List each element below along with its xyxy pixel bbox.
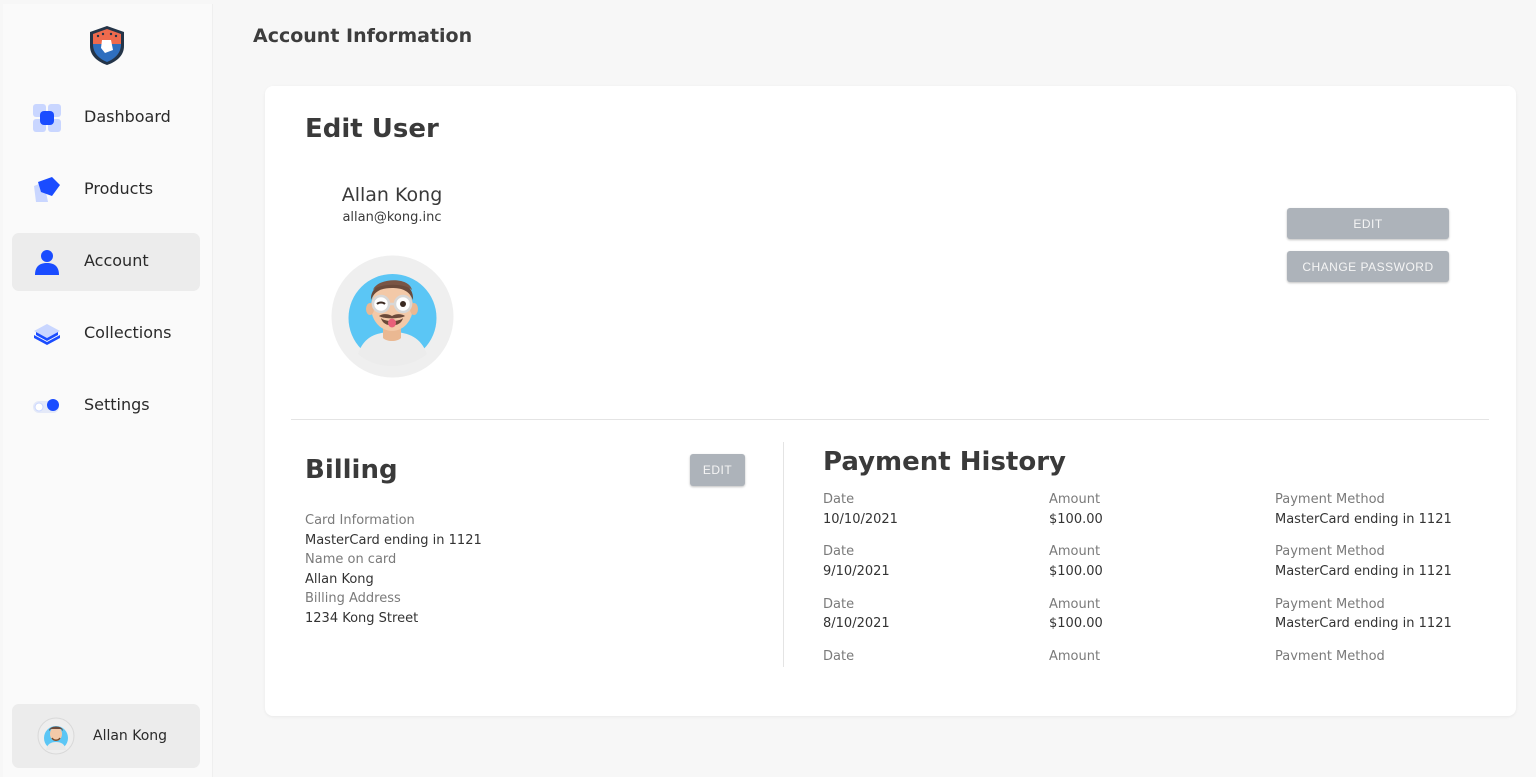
sidebar-item-account[interactable]: Account bbox=[12, 233, 200, 291]
column-label: Date bbox=[823, 492, 855, 507]
column-label: Payment Method bbox=[1275, 492, 1385, 507]
sidebar-item-dashboard[interactable]: Dashboard bbox=[12, 89, 200, 147]
payment-date: 10/10/2021 bbox=[823, 511, 898, 527]
column-label: Amount bbox=[1049, 492, 1101, 507]
payment-row: Date 10/10/2021 Amount $100.00 Payment Met… bbox=[823, 492, 1483, 544]
user-chip[interactable]: Allan Kong bbox=[12, 704, 200, 768]
payment-history-list[interactable]: Date 10/10/2021 Amount $100.00 Payment Met… bbox=[823, 492, 1483, 660]
sidebar-item-label: Collections bbox=[84, 323, 172, 342]
billing-label: Billing Address bbox=[305, 591, 401, 607]
column-label: Date bbox=[823, 544, 855, 560]
edit-user-title: Edit User bbox=[305, 114, 439, 144]
payment-date: 8/10/2021 bbox=[823, 616, 890, 632]
billing-value: MasterCard ending in 1121 bbox=[305, 532, 482, 548]
sidebar-item-label: Products bbox=[84, 179, 154, 198]
account-card: Edit User Allan Kong allan@kong.inc EDIT… bbox=[265, 86, 1516, 716]
payment-row: Date 9/10/2021 Amount $100.00 Payment Meth… bbox=[823, 544, 1483, 596]
payment-history-title: Payment History bbox=[823, 447, 1066, 477]
column-label: Date bbox=[823, 648, 855, 660]
column-label: Payment Method bbox=[1275, 544, 1385, 560]
page-title: Account Information bbox=[253, 25, 473, 47]
sidebar-item-products[interactable]: Products bbox=[12, 161, 200, 219]
sidebar-item-collections[interactable]: Collections bbox=[12, 305, 200, 363]
column-label: Amount bbox=[1049, 544, 1101, 560]
payment-method: MasterCard ending in 1121 bbox=[1275, 563, 1452, 579]
billing-title: Billing bbox=[305, 455, 398, 485]
payment-amount: $100.00 bbox=[1049, 511, 1103, 527]
sidebar: Dashboard Products Account Collections S… bbox=[3, 4, 213, 777]
app-window: Dashboard Products Account Collections S… bbox=[0, 0, 1536, 777]
sidebar-item-label: Account bbox=[84, 251, 149, 270]
collections-icon bbox=[34, 324, 60, 345]
products-icon bbox=[34, 177, 60, 202]
user-icon bbox=[35, 250, 59, 275]
payment-row: Date Amount Payment Method bbox=[823, 649, 1483, 660]
profile-email: allan@kong.inc bbox=[342, 210, 442, 225]
billing-label: Name on card bbox=[305, 552, 397, 568]
sidebar-item-label: Dashboard bbox=[84, 107, 171, 126]
profile-name: Allan Kong bbox=[341, 184, 443, 206]
section-divider bbox=[291, 419, 1489, 420]
column-label: Amount bbox=[1049, 648, 1101, 660]
payment-row: Date 8/10/2021 Amount $100.00 Payment Meth… bbox=[823, 597, 1483, 649]
column-label: Amount bbox=[1049, 596, 1101, 612]
column-label: Payment Method bbox=[1275, 596, 1385, 612]
payment-amount: $100.00 bbox=[1049, 616, 1103, 632]
billing-details: Card Information MasterCard ending in 11… bbox=[305, 513, 482, 631]
user-name: Allan Kong bbox=[93, 728, 168, 744]
sidebar-item-settings[interactable]: Settings bbox=[12, 377, 200, 435]
billing-value: 1234 Kong Street bbox=[305, 610, 419, 626]
avatar bbox=[37, 717, 75, 755]
edit-user-button[interactable]: EDIT bbox=[1287, 208, 1449, 239]
billing-value: Allan Kong bbox=[305, 571, 374, 587]
payment-amount: $100.00 bbox=[1049, 563, 1103, 579]
payment-date: 9/10/2021 bbox=[823, 563, 890, 579]
edit-billing-button[interactable]: EDIT bbox=[690, 454, 745, 486]
column-label: Date bbox=[823, 596, 855, 612]
sidebar-item-label: Settings bbox=[84, 395, 150, 414]
dashboard-icon bbox=[33, 104, 61, 132]
payment-method: MasterCard ending in 1121 bbox=[1275, 511, 1452, 527]
column-label: Payment Method bbox=[1275, 648, 1385, 660]
column-divider bbox=[783, 442, 784, 667]
payment-method: MasterCard ending in 1121 bbox=[1275, 616, 1452, 632]
profile-avatar bbox=[331, 255, 454, 378]
app-logo-icon[interactable] bbox=[87, 24, 127, 66]
change-password-button[interactable]: CHANGE PASSWORD bbox=[1287, 251, 1449, 282]
billing-label: Card Information bbox=[305, 513, 415, 528]
toggle-icon bbox=[33, 399, 59, 413]
